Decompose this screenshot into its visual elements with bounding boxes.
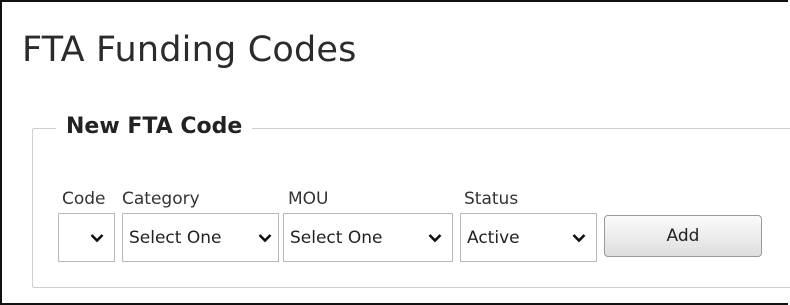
code-select[interactable] — [58, 213, 115, 262]
category-select[interactable]: Select One — [122, 213, 279, 262]
status-label: Status — [464, 189, 519, 209]
add-button[interactable]: Add — [604, 215, 762, 257]
fieldset-legend: New FTA Code — [56, 114, 253, 139]
mou-label: MOU — [288, 189, 329, 209]
chevron-down-icon — [568, 227, 590, 249]
mou-select[interactable]: Select One — [283, 213, 453, 262]
chevron-down-icon — [86, 227, 108, 249]
category-label: Category — [122, 189, 200, 209]
chevron-down-icon — [254, 227, 276, 249]
mou-select-value: Select One — [290, 227, 383, 248]
page-title: FTA Funding Codes — [22, 30, 357, 70]
chevron-down-icon — [424, 227, 446, 249]
code-label: Code — [62, 189, 106, 209]
status-select[interactable]: Active — [460, 213, 597, 262]
status-select-value: Active — [467, 227, 520, 248]
category-select-value: Select One — [129, 227, 222, 248]
